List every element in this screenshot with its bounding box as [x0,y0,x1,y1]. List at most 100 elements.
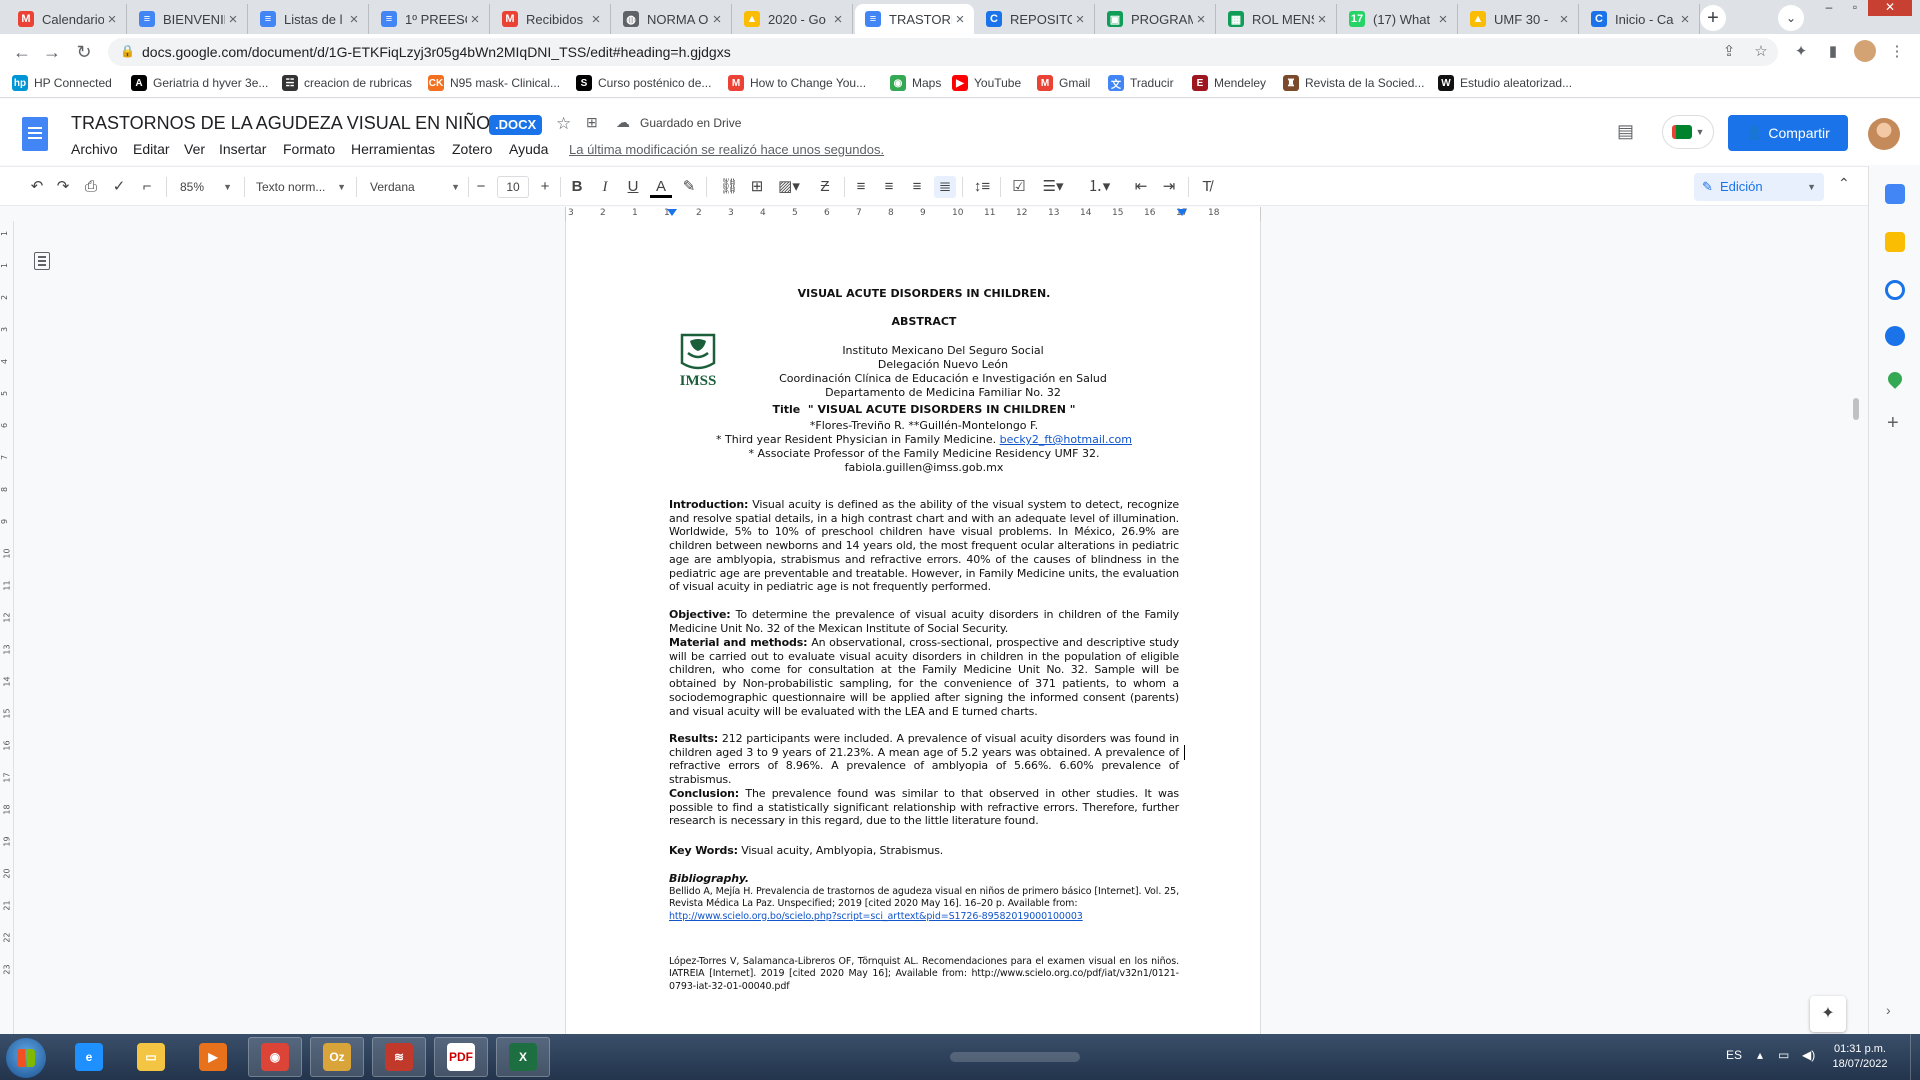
align-left-icon[interactable]: ≡ [850,176,872,198]
browser-tab[interactable]: C REPOSITO × [976,4,1095,34]
profile-avatar[interactable] [1854,40,1876,62]
extensions-icon[interactable]: ✦ [1790,42,1812,60]
close-tab-icon[interactable]: × [104,11,120,28]
bookmark-item[interactable]: A Geriatria d hyver 3e... [131,75,268,91]
docs-logo-icon[interactable] [22,117,48,151]
spellcheck-icon[interactable]: ✓ [108,176,130,198]
tasks-icon[interactable] [1885,280,1905,300]
editing-mode-select[interactable]: ✎ Edición ▼ [1694,173,1824,201]
tab-search-icon[interactable]: ⌄ [1778,5,1804,31]
author-email-link[interactable]: becky2_ft@hotmail.com [1000,433,1132,446]
volume-icon[interactable]: ◀) [1802,1048,1815,1062]
align-justify-icon[interactable]: ≣ [934,176,956,198]
print-icon[interactable]: ⎙ [80,176,102,198]
close-tab-icon[interactable]: × [1072,11,1088,28]
start-button[interactable] [6,1038,46,1078]
horizontal-ruler[interactable]: 3 2 1 1 2 3 4 5 6 7 8 9 10 11 12 13 14 15 16 17 18 [0,207,1868,221]
decrease-font-size-icon[interactable]: − [472,176,490,198]
paint-format-icon[interactable]: ⌐ [136,176,158,198]
close-tab-icon[interactable]: × [588,11,604,28]
meet-button[interactable]: ▼ [1662,115,1714,149]
paragraph-style-select[interactable]: Texto norm... ▼ [256,176,346,198]
bookmark-item[interactable]: ◉ Maps [890,75,941,91]
zoom-select[interactable]: 85% ▼ [180,176,232,198]
taskbar-app[interactable]: ▭ [124,1037,178,1077]
scrollbar-thumb[interactable] [1853,398,1859,420]
first-line-indent-marker[interactable] [667,209,677,216]
document-title[interactable]: TRASTORNOS DE LA AGUDEZA VISUAL EN NIÑOS [71,113,502,134]
document-page[interactable]: VISUAL ACUTE DISORDERS IN CHILDREN. ABST… [565,221,1261,1034]
tray-expand-icon[interactable]: ▴ [1757,1048,1763,1062]
bookmark-item[interactable]: ☵ creacion de rubricas [282,75,412,91]
explore-icon[interactable]: ✦ [1810,996,1846,1032]
share-button[interactable]: 👤 Compartir [1728,115,1848,151]
minimize-icon[interactable]: – [1816,0,1842,16]
bookmark-item[interactable]: hp HP Connected [12,75,112,91]
collapse-menus-icon[interactable]: ⌃ [1838,175,1850,192]
bookmark-item[interactable]: 文 Traducir [1108,75,1174,91]
font-size-input[interactable]: 10 [497,176,529,198]
browser-menu-icon[interactable]: ⋮ [1886,42,1908,60]
checklist-icon[interactable]: ☑ [1008,176,1030,198]
taskbar-app[interactable]: PDF [434,1037,488,1077]
clear-formatting-icon[interactable]: T̸ [1196,176,1218,198]
browser-tab[interactable]: ◍ NORMA O × [613,4,732,34]
browser-tab[interactable]: ▣ PROGRAM × [1097,4,1216,34]
menu-herramientas[interactable]: Herramientas [351,141,435,157]
redo-icon[interactable]: ↷ [52,176,74,198]
comment-history-icon[interactable]: ▤ [1617,121,1634,142]
browser-tab[interactable]: ▲ 2020 - Go × [734,4,853,34]
close-tab-icon[interactable]: × [1314,11,1330,28]
numbered-list-icon[interactable]: ⒈▾ [1084,176,1114,198]
move-to-folder-icon[interactable]: ⊞ [586,114,598,131]
menu-formato[interactable]: Formato [283,141,335,157]
system-clock[interactable]: 01:31 p.m. 18/07/2022 [1830,1042,1890,1072]
close-tab-icon[interactable]: × [467,11,483,28]
browser-tab[interactable]: ▲ UMF 30 - × [1460,4,1579,34]
chevron-right-icon[interactable]: › [1886,1002,1891,1018]
browser-tab[interactable]: ≡ BIENVENID× [129,4,248,34]
language-indicator[interactable]: ES [1726,1048,1742,1062]
close-tab-icon[interactable]: × [346,11,362,28]
menu-zotero[interactable]: Zotero [452,141,492,157]
reload-icon[interactable]: ↻ [72,40,96,64]
italic-icon[interactable]: I [594,176,616,198]
add-addon-icon[interactable]: + [1887,412,1899,435]
decrease-indent-icon[interactable]: ⇤ [1130,176,1152,198]
side-panel-icon[interactable]: ▮ [1822,42,1844,60]
taskbar-app[interactable]: Oz [310,1037,364,1077]
bookmark-item[interactable]: E Mendeley [1192,75,1266,91]
bullet-list-icon[interactable]: ☰▾ [1038,176,1068,198]
align-center-icon[interactable]: ≡ [878,176,900,198]
close-tab-icon[interactable]: × [225,11,241,28]
text-color-icon[interactable]: A [650,176,672,198]
maps-icon[interactable] [1885,369,1905,389]
bookmark-star-icon[interactable]: ☆ [1750,42,1772,60]
close-tab-icon[interactable]: × [1677,11,1693,28]
increase-font-size-icon[interactable]: + [536,176,554,198]
bookmark-item[interactable]: ▶ YouTube [952,75,1021,91]
menu-archivo[interactable]: Archivo [71,141,118,157]
menu-insertar[interactable]: Insertar [219,141,266,157]
insert-image-icon[interactable]: ▨▾ [774,176,804,198]
bookmark-item[interactable]: S Curso posténico de... [576,75,711,91]
close-tab-icon[interactable]: × [709,11,725,28]
right-indent-marker[interactable] [1177,209,1187,216]
browser-tab[interactable]: C Inicio - Ca × [1581,4,1700,34]
browser-tab[interactable]: ≡ 1º PREESC× [371,4,490,34]
browser-tab[interactable]: M Recibidos × [492,4,611,34]
close-tab-icon[interactable]: × [830,11,846,28]
underline-icon[interactable]: U [622,176,644,198]
network-icon[interactable]: ▭ [1778,1048,1789,1062]
close-tab-icon[interactable]: × [1193,11,1209,28]
maximize-icon[interactable]: ▫ [1842,0,1868,16]
taskbar-app[interactable]: e [62,1037,116,1077]
back-icon[interactable]: ← [10,40,34,64]
show-desktop-button[interactable] [1910,1034,1920,1080]
taskbar-app[interactable]: X [496,1037,550,1077]
highlight-icon[interactable]: ✎ [678,176,700,198]
forward-icon[interactable]: → [40,40,64,64]
close-tab-icon[interactable]: × [1435,11,1451,28]
insert-link-icon[interactable]: ⛓ [718,176,740,198]
document-outline-icon[interactable] [34,252,50,270]
